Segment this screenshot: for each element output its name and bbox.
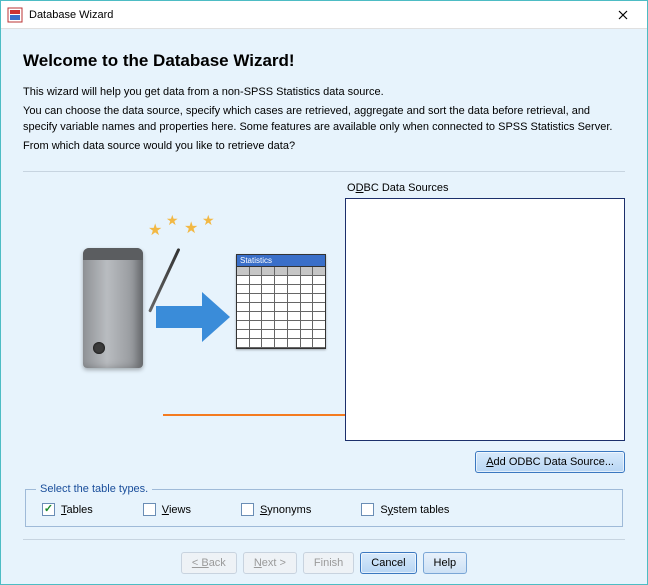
- wizard-footer: < Back Next > Finish Cancel Help: [23, 539, 625, 574]
- intro-line3: From which data source would you like to…: [23, 139, 625, 154]
- wizard-window: Database Wizard Welcome to the Database …: [0, 0, 648, 585]
- intro-text: This wizard will help you get data from …: [23, 81, 625, 159]
- tables-checkbox[interactable]: Tables: [42, 503, 93, 516]
- checkbox-icon: [143, 503, 156, 516]
- checkbox-icon: [241, 503, 254, 516]
- illustration-column: ★ ★ ★ ★ Statistics: [23, 182, 333, 473]
- window-title: Database Wizard: [29, 9, 603, 21]
- arrow-icon: [156, 292, 236, 342]
- datasource-column: ODBC Data Sources Add ODBC Data Source..…: [345, 182, 625, 473]
- content-area: Welcome to the Database Wizard! This wiz…: [1, 29, 647, 584]
- cancel-button[interactable]: Cancel: [360, 552, 416, 574]
- main-row: ★ ★ ★ ★ Statistics: [23, 182, 625, 473]
- statistics-table-icon: Statistics: [236, 254, 326, 349]
- star-icon: ★: [202, 212, 215, 229]
- odbc-data-sources-list[interactable]: [345, 198, 625, 441]
- odbc-data-sources-label: ODBC Data Sources: [347, 182, 625, 194]
- titlebar: Database Wizard: [1, 1, 647, 29]
- intro-line1: This wizard will help you get data from …: [23, 85, 625, 100]
- help-button[interactable]: Help: [423, 552, 468, 574]
- system-tables-checkbox[interactable]: System tables: [361, 503, 449, 516]
- page-heading: Welcome to the Database Wizard!: [23, 51, 625, 71]
- synonyms-checkbox[interactable]: Synonyms: [241, 503, 311, 516]
- wizard-illustration: ★ ★ ★ ★ Statistics: [28, 212, 328, 392]
- checkbox-icon: [361, 503, 374, 516]
- divider: [23, 171, 625, 172]
- close-button[interactable]: [603, 2, 643, 28]
- star-icon: ★: [166, 212, 179, 229]
- app-icon: [7, 7, 23, 23]
- views-checkbox[interactable]: Views: [143, 503, 191, 516]
- table-types-legend: Select the table types.: [36, 483, 152, 495]
- star-icon: ★: [148, 220, 162, 240]
- star-icon: ★: [184, 218, 198, 238]
- table-types-fieldset: Select the table types. Tables Views Syn…: [25, 483, 623, 527]
- annotation-arrow: [163, 410, 373, 420]
- intro-line2: You can choose the data source, specify …: [23, 104, 625, 135]
- next-button: Next >: [243, 552, 297, 574]
- add-odbc-data-source-button[interactable]: Add ODBC Data Source...: [475, 451, 625, 473]
- finish-button: Finish: [303, 552, 354, 574]
- checkbox-icon: [42, 503, 55, 516]
- back-button: < Back: [181, 552, 237, 574]
- computer-tower-icon: [83, 248, 143, 368]
